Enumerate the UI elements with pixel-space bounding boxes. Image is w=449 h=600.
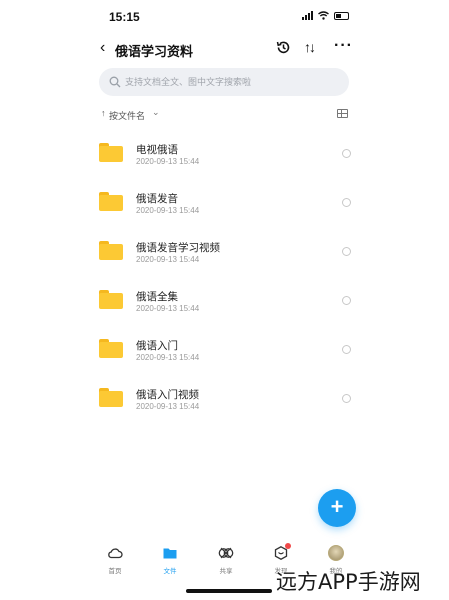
status-icons — [302, 11, 349, 20]
status-time: 15:15 — [109, 10, 140, 24]
file-date: 2020-09-13 15:44 — [136, 157, 200, 166]
cloud-icon — [108, 548, 123, 559]
file-name: 俄语入门视频 — [136, 389, 199, 401]
list-item[interactable]: 电视俄语 2020-09-13 15:44 — [88, 130, 363, 178]
list-item[interactable]: 俄语发音学习视频 2020-09-13 15:44 — [88, 228, 363, 276]
notification-badge — [285, 543, 291, 549]
view-toggle-icon[interactable] — [337, 109, 348, 118]
list-item[interactable]: 俄语入门 2020-09-13 15:44 — [88, 326, 363, 374]
select-checkbox[interactable] — [342, 149, 351, 158]
sort-arrow-icon: ↑ — [101, 108, 106, 118]
file-date: 2020-09-13 15:44 — [136, 402, 200, 411]
file-name: 俄语发音学习视频 — [136, 242, 220, 254]
plus-icon: + — [330, 494, 344, 519]
search-input[interactable] — [125, 68, 340, 96]
sort-toggle-icon[interactable]: ↑↓ — [304, 39, 316, 55]
more-icon[interactable]: ··· — [334, 37, 353, 55]
tab-label: 文件 — [163, 568, 177, 575]
folder-icon — [99, 241, 123, 260]
file-date: 2020-09-13 15:44 — [136, 255, 200, 264]
sort-by-name-button[interactable]: 按文件名 — [109, 109, 145, 122]
select-checkbox[interactable] — [342, 296, 351, 305]
chevron-down-icon[interactable]: ⌄ — [152, 107, 160, 118]
folder-icon — [99, 290, 123, 309]
phone-screen: 15:15 ‹ 俄语学习资料 ↑↓ ··· 支持文档全文、图中文字搜索啦 ↑ 按… — [88, 0, 363, 600]
nav-bar: ‹ 俄语学习资料 ↑↓ ··· — [88, 36, 363, 62]
folder-icon — [99, 388, 123, 407]
add-button[interactable]: + — [318, 489, 356, 527]
share-icon — [218, 547, 234, 559]
file-date: 2020-09-13 15:44 — [136, 353, 200, 362]
back-icon[interactable]: ‹ — [100, 39, 105, 57]
folder-icon — [99, 192, 123, 211]
select-checkbox[interactable] — [342, 345, 351, 354]
avatar — [328, 545, 344, 561]
file-name: 俄语发音 — [136, 193, 178, 205]
watermark-text: 远方APP手游网 — [276, 570, 421, 594]
folder-icon — [163, 548, 177, 559]
tab-home[interactable]: 首页 — [95, 540, 135, 578]
status-bar: 15:15 — [88, 0, 363, 34]
sort-row: ↑ 按文件名 ⌄ — [88, 106, 363, 124]
tab-share[interactable]: 共享 — [206, 540, 246, 578]
file-name: 电视俄语 — [136, 144, 178, 156]
search-icon — [109, 76, 121, 88]
file-date: 2020-09-13 15:44 — [136, 304, 200, 313]
tab-files[interactable]: 文件 — [150, 540, 190, 578]
list-item[interactable]: 俄语入门视频 2020-09-13 15:44 — [88, 375, 363, 423]
folder-icon — [99, 143, 123, 162]
tab-label: 共享 — [219, 568, 233, 575]
tab-label: 首页 — [108, 568, 122, 575]
battery-icon — [334, 11, 349, 20]
select-checkbox[interactable] — [342, 247, 351, 256]
select-checkbox[interactable] — [342, 394, 351, 403]
page-title: 俄语学习资料 — [115, 44, 194, 59]
list-item[interactable]: 俄语全集 2020-09-13 15:44 — [88, 277, 363, 325]
signal-icon — [302, 11, 313, 20]
file-name: 俄语全集 — [136, 291, 178, 303]
file-name: 俄语入门 — [136, 340, 178, 352]
list-item[interactable]: 俄语发音 2020-09-13 15:44 — [88, 179, 363, 227]
wifi-icon — [318, 11, 329, 20]
file-date: 2020-09-13 15:44 — [136, 206, 200, 215]
home-indicator — [186, 589, 272, 593]
history-icon[interactable] — [275, 39, 292, 56]
folder-icon — [99, 339, 123, 358]
search-box[interactable] — [99, 68, 349, 96]
select-checkbox[interactable] — [342, 198, 351, 207]
